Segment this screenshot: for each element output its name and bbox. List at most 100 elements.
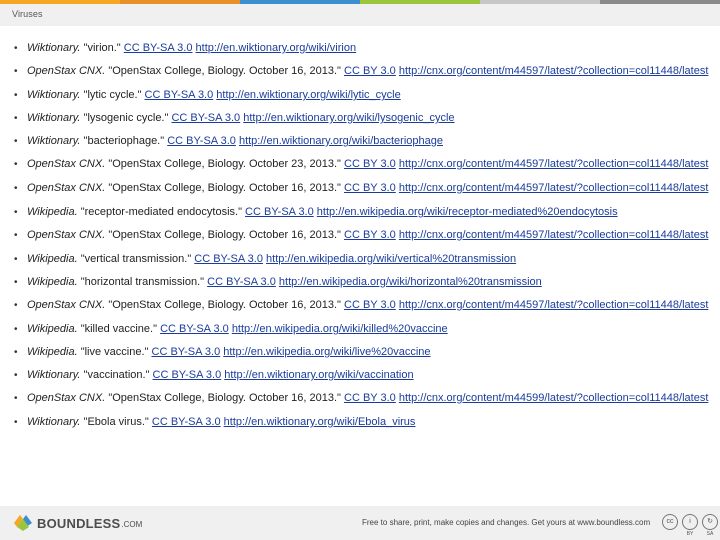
bullet-icon: • xyxy=(14,43,18,54)
slide-footer: BOUNDLESS .COM Free to share, print, mak… xyxy=(0,506,720,540)
reference-source: Wiktionary. xyxy=(27,42,81,54)
reference-title: "OpenStax College, Biology. October 16, … xyxy=(105,229,345,241)
boundless-logo[interactable]: BOUNDLESS .COM xyxy=(14,515,142,531)
footer-license-note: Free to share, print, make copies and ch… xyxy=(362,518,651,527)
reference-source: Wiktionary. xyxy=(27,112,81,124)
license-link[interactable]: CC BY 3.0 xyxy=(344,229,396,241)
by-icon-glyph: i xyxy=(682,514,698,530)
sa-icon: ↻ SA xyxy=(702,514,718,537)
source-url-link[interactable]: http://en.wikipedia.org/wiki/killed%20va… xyxy=(232,323,448,335)
source-url-link[interactable]: http://en.wikipedia.org/wiki/receptor-me… xyxy=(317,206,618,218)
source-url-link[interactable]: http://en.wiktionary.org/wiki/lysogenic_… xyxy=(243,112,454,124)
creative-commons-license[interactable]: cc i BY ↻ SA xyxy=(662,514,720,537)
reference-source: Wikipedia. xyxy=(27,276,78,288)
license-link[interactable]: CC BY 3.0 xyxy=(344,182,396,194)
source-url-link[interactable]: http://en.wikipedia.org/wiki/horizontal%… xyxy=(279,276,542,288)
license-link[interactable]: CC BY-SA 3.0 xyxy=(124,42,193,54)
bullet-icon: • xyxy=(14,393,18,404)
reference-item: • Wiktionary. "lytic cycle." CC BY-SA 3.0… xyxy=(14,89,714,102)
source-url-link[interactable]: http://en.wiktionary.org/wiki/lytic_cycl… xyxy=(216,89,400,101)
source-url-link[interactable]: http://cnx.org/content/m44597/latest/?co… xyxy=(399,182,709,194)
reference-source: OpenStax CNX. xyxy=(27,392,106,404)
reference-source: Wikipedia. xyxy=(27,323,78,335)
reference-item: • Wikipedia. "vertical transmission." CC … xyxy=(14,253,714,266)
reference-item: • Wikipedia. "killed vaccine." CC BY-SA 3… xyxy=(14,323,714,336)
bullet-icon: • xyxy=(14,183,18,194)
source-url-link[interactable]: http://cnx.org/content/m44597/latest/?co… xyxy=(399,229,709,241)
reference-title: "lytic cycle." xyxy=(80,89,145,101)
license-link[interactable]: CC BY-SA 3.0 xyxy=(245,206,314,218)
reference-item: • OpenStax CNX. "OpenStax College, Biolog… xyxy=(14,65,714,78)
reference-item: • Wikipedia. "horizontal transmission." C… xyxy=(14,276,714,289)
bullet-icon: • xyxy=(14,417,18,428)
reference-source: Wiktionary. xyxy=(27,416,81,428)
reference-title: "receptor-mediated endocytosis." xyxy=(77,206,246,218)
source-url-link[interactable]: http://en.wiktionary.org/wiki/vaccinatio… xyxy=(224,369,413,381)
by-icon-caption: BY xyxy=(686,531,694,537)
reference-title: "lysogenic cycle." xyxy=(80,112,172,124)
reference-source: Wiktionary. xyxy=(27,135,81,147)
bullet-icon: • xyxy=(14,324,18,335)
source-url-link[interactable]: http://en.wiktionary.org/wiki/Ebola_viru… xyxy=(224,416,416,428)
reference-item: • OpenStax CNX. "OpenStax College, Biolog… xyxy=(14,229,714,242)
reference-item: • OpenStax CNX. "OpenStax College, Biolog… xyxy=(14,158,714,171)
bullet-icon: • xyxy=(14,230,18,241)
source-url-link[interactable]: http://en.wikipedia.org/wiki/live%20vacc… xyxy=(223,346,430,358)
source-url-link[interactable]: http://cnx.org/content/m44597/latest/?co… xyxy=(399,158,709,170)
reference-title: "OpenStax College, Biology. October 16, … xyxy=(105,182,345,194)
license-link[interactable]: CC BY-SA 3.0 xyxy=(153,369,222,381)
bullet-icon: • xyxy=(14,347,18,358)
reference-item: • OpenStax CNX. "OpenStax College, Biolog… xyxy=(14,182,714,195)
reference-source: Wikipedia. xyxy=(27,206,78,218)
reference-source: Wiktionary. xyxy=(27,369,81,381)
sa-icon-glyph: ↻ xyxy=(702,514,718,530)
source-url-link[interactable]: http://cnx.org/content/m44597/latest/?co… xyxy=(399,299,709,311)
reference-item: • Wiktionary. "virion." CC BY-SA 3.0 http… xyxy=(14,42,714,55)
license-link[interactable]: CC BY-SA 3.0 xyxy=(152,416,221,428)
reference-title: "OpenStax College, Biology. October 16, … xyxy=(105,65,345,77)
source-url-link[interactable]: http://en.wiktionary.org/wiki/bacterioph… xyxy=(239,135,443,147)
reference-title: "live vaccine." xyxy=(77,346,152,358)
reference-item: • Wiktionary. "Ebola virus." CC BY-SA 3.0… xyxy=(14,416,714,429)
license-link[interactable]: CC BY 3.0 xyxy=(344,65,396,77)
cc-icon-glyph: cc xyxy=(662,514,678,530)
bullet-icon: • xyxy=(14,66,18,77)
reference-item: • Wiktionary. "lysogenic cycle." CC BY-SA… xyxy=(14,112,714,125)
license-link[interactable]: CC BY-SA 3.0 xyxy=(160,323,229,335)
source-url-link[interactable]: http://cnx.org/content/m44599/latest/?co… xyxy=(399,392,709,404)
license-link[interactable]: CC BY-SA 3.0 xyxy=(207,276,276,288)
license-link[interactable]: CC BY-SA 3.0 xyxy=(194,253,263,265)
source-url-link[interactable]: http://en.wikipedia.org/wiki/vertical%20… xyxy=(266,253,516,265)
source-url-link[interactable]: http://en.wiktionary.org/wiki/virion xyxy=(196,42,357,54)
slide-header: Viruses xyxy=(0,4,720,26)
reference-source: OpenStax CNX. xyxy=(27,65,106,77)
reference-title: "horizontal transmission." xyxy=(77,276,208,288)
bullet-icon: • xyxy=(14,207,18,218)
reference-title: "OpenStax College, Biology. October 16, … xyxy=(105,392,345,404)
bullet-icon: • xyxy=(14,159,18,170)
license-link[interactable]: CC BY-SA 3.0 xyxy=(152,346,221,358)
reference-item: • OpenStax CNX. "OpenStax College, Biolog… xyxy=(14,299,714,312)
bullet-icon: • xyxy=(14,113,18,124)
reference-item: • Wikipedia. "receptor-mediated endocytos… xyxy=(14,206,714,219)
license-link[interactable]: CC BY-SA 3.0 xyxy=(145,89,214,101)
source-url-link[interactable]: http://cnx.org/content/m44597/latest/?co… xyxy=(399,65,709,77)
by-icon: i BY xyxy=(682,514,698,537)
license-link[interactable]: CC BY 3.0 xyxy=(344,158,396,170)
license-link[interactable]: CC BY-SA 3.0 xyxy=(167,135,236,147)
reference-item: • OpenStax CNX. "OpenStax College, Biolog… xyxy=(14,392,714,405)
bullet-icon: • xyxy=(14,90,18,101)
sa-icon-caption: SA xyxy=(706,531,714,537)
reference-source: OpenStax CNX. xyxy=(27,229,106,241)
reference-title: "vertical transmission." xyxy=(77,253,195,265)
reference-title: "Ebola virus." xyxy=(80,416,152,428)
reference-source: Wikipedia. xyxy=(27,346,78,358)
license-link[interactable]: CC BY 3.0 xyxy=(344,299,396,311)
reference-source: OpenStax CNX. xyxy=(27,182,106,194)
reference-source: Wiktionary. xyxy=(27,89,81,101)
reference-list: • Wiktionary. "virion." CC BY-SA 3.0 http… xyxy=(14,42,714,439)
slide-title: Viruses xyxy=(12,9,43,19)
reference-source: OpenStax CNX. xyxy=(27,299,106,311)
license-link[interactable]: CC BY-SA 3.0 xyxy=(171,112,240,124)
license-link[interactable]: CC BY 3.0 xyxy=(344,392,396,404)
